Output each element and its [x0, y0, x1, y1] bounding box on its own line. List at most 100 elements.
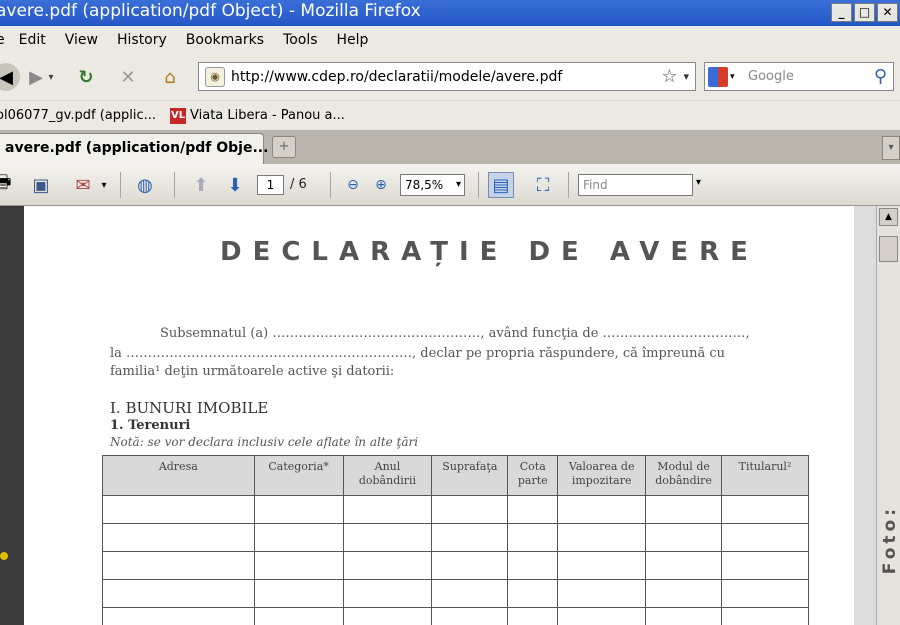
- table-cell: [431, 551, 509, 580]
- search-box[interactable]: ▾ Google ⚲: [704, 62, 894, 91]
- url-dropdown-icon[interactable]: ▾: [683, 70, 689, 83]
- search-input[interactable]: Google: [748, 69, 874, 84]
- menu-help[interactable]: Help: [337, 32, 369, 48]
- save-icon[interactable]: ▣: [28, 172, 54, 198]
- table-cell: [721, 551, 809, 580]
- email-dropdown-icon[interactable]: ▾: [98, 172, 110, 198]
- column-header: Anul dobândirii: [342, 455, 433, 496]
- column-header-sublabel: impozitare: [571, 474, 632, 487]
- window-title: avere.pdf (application/pdf Object) - Moz…: [0, 1, 421, 21]
- menu-tools[interactable]: Tools: [283, 32, 318, 48]
- reload-icon[interactable]: ↻: [72, 63, 100, 91]
- table-cell: [645, 579, 723, 608]
- document-line: familia¹ deţin următoarele active şi dat…: [110, 364, 395, 379]
- table-cell: [253, 579, 344, 608]
- column-header-sublabel: parte: [517, 474, 548, 487]
- fit-width-icon[interactable]: ⛶: [530, 172, 556, 198]
- column-header: Adresa: [102, 455, 255, 496]
- bookmark-item[interactable]: ol06077_gv.pdf (applic...: [0, 108, 156, 123]
- menu-bar: e Edit View History Bookmarks Tools Help: [0, 26, 900, 54]
- attachment-icon[interactable]: [0, 552, 8, 560]
- zoom-level-value: 78,5%: [405, 178, 444, 192]
- table-cell: [342, 523, 433, 552]
- fit-page-icon[interactable]: ▤: [488, 172, 514, 198]
- find-input[interactable]: Find: [578, 174, 693, 196]
- search-engine-selector[interactable]: ▾: [708, 66, 740, 88]
- toolbar-separator: [120, 172, 121, 198]
- menu-file[interactable]: e: [0, 32, 5, 48]
- zoom-out-icon[interactable]: ⊖: [340, 172, 366, 198]
- url-text[interactable]: http://www.cdep.ro/declaratii/modele/ave…: [231, 69, 661, 85]
- toolbar-separator: [568, 172, 569, 198]
- section-note: Notă: se vor declara inclusiv cele aflat…: [110, 435, 419, 449]
- subsection-heading: 1. Terenuri: [110, 418, 191, 433]
- table-cell: [253, 607, 344, 625]
- navigation-toolbar: ◀ ▶ ▾ ↻ ✕ ⌂ ◉ http://www.cdep.ro/declara…: [0, 54, 900, 100]
- column-header-label: Categoria*: [268, 460, 329, 473]
- column-header: Modul de dobândire: [645, 455, 723, 496]
- collaborate-icon[interactable]: ◍: [132, 172, 158, 198]
- find-dropdown-icon[interactable]: ▾: [696, 177, 701, 188]
- table-cell: [645, 523, 723, 552]
- bookmark-item[interactable]: VL Viata Libera - Panou a...: [170, 107, 345, 124]
- column-header: Cota parte: [507, 455, 559, 496]
- url-bar[interactable]: ◉ http://www.cdep.ro/declaratii/modele/a…: [198, 62, 696, 91]
- zoom-level-select[interactable]: 78,5% ▾: [400, 174, 465, 196]
- minimize-button[interactable]: _: [831, 3, 852, 22]
- zoom-in-icon[interactable]: ⊕: [368, 172, 394, 198]
- site-identity-icon[interactable]: ◉: [205, 66, 225, 87]
- menu-bookmarks[interactable]: Bookmarks: [186, 32, 264, 48]
- document-line: la …………………………………………………………, declar pe pro…: [110, 346, 725, 361]
- stop-icon[interactable]: ✕: [114, 63, 142, 91]
- menu-edit[interactable]: Edit: [19, 32, 46, 48]
- page-number-input[interactable]: 1: [257, 175, 284, 195]
- table-cell: [557, 551, 647, 580]
- menu-history[interactable]: History: [117, 32, 167, 48]
- scroll-up-icon[interactable]: ▲: [879, 208, 898, 226]
- toolbar-separator: [174, 172, 175, 198]
- navigation-pane[interactable]: [0, 206, 24, 625]
- column-header-sublabel: dobândirii: [358, 474, 417, 487]
- back-icon[interactable]: ◀: [0, 63, 20, 91]
- column-header-label: Titularul²: [738, 460, 792, 473]
- search-icon[interactable]: ⚲: [874, 66, 887, 87]
- table-cell: [342, 551, 433, 580]
- home-icon[interactable]: ⌂: [156, 63, 184, 91]
- print-icon[interactable]: 🖶: [0, 172, 16, 198]
- column-header-label: Valoarea de: [568, 460, 635, 473]
- bookmark-label: Viata Libera - Panou a...: [190, 108, 345, 123]
- table-cell: [645, 607, 723, 625]
- table-cell: [342, 579, 433, 608]
- new-tab-button[interactable]: +: [272, 136, 296, 158]
- column-header-label: Cota: [519, 460, 546, 473]
- bookmark-label: ol06077_gv.pdf (applic...: [0, 108, 157, 123]
- table-cell: [507, 523, 559, 552]
- table-cell: [721, 607, 809, 625]
- bookmark-star-icon[interactable]: ☆: [661, 66, 677, 87]
- table-cell: [557, 495, 647, 524]
- scroll-thumb[interactable]: [879, 236, 898, 262]
- table-row: [102, 551, 809, 580]
- table-cell: [507, 551, 559, 580]
- history-dropdown-icon[interactable]: ▾: [44, 63, 58, 91]
- table-cell: [431, 495, 509, 524]
- tab-list-icon[interactable]: ▾: [882, 136, 900, 160]
- window-titlebar: avere.pdf (application/pdf Object) - Moz…: [0, 0, 900, 26]
- table-body: [102, 495, 809, 625]
- column-header-label: Modul de: [657, 460, 710, 473]
- close-button[interactable]: ✕: [877, 3, 898, 22]
- chevron-down-icon: ▾: [455, 179, 461, 190]
- menu-view[interactable]: View: [65, 32, 98, 48]
- maximize-button[interactable]: □: [854, 3, 875, 22]
- document-title: DECLARAȚIE DE AVERE: [220, 237, 759, 267]
- column-header: Categoria*: [253, 455, 344, 496]
- previous-page-icon[interactable]: ⬆: [188, 172, 214, 198]
- table-cell: [253, 495, 344, 524]
- table-row: [102, 523, 809, 552]
- table-row: [102, 579, 809, 608]
- photo-watermark: Foto:: [880, 505, 900, 575]
- tab-avere-pdf[interactable]: avere.pdf (application/pdf Obje...: [0, 133, 268, 164]
- email-icon[interactable]: ✉: [70, 172, 96, 198]
- column-header: Suprafaţa: [431, 455, 509, 496]
- next-page-icon[interactable]: ⬇: [222, 172, 248, 198]
